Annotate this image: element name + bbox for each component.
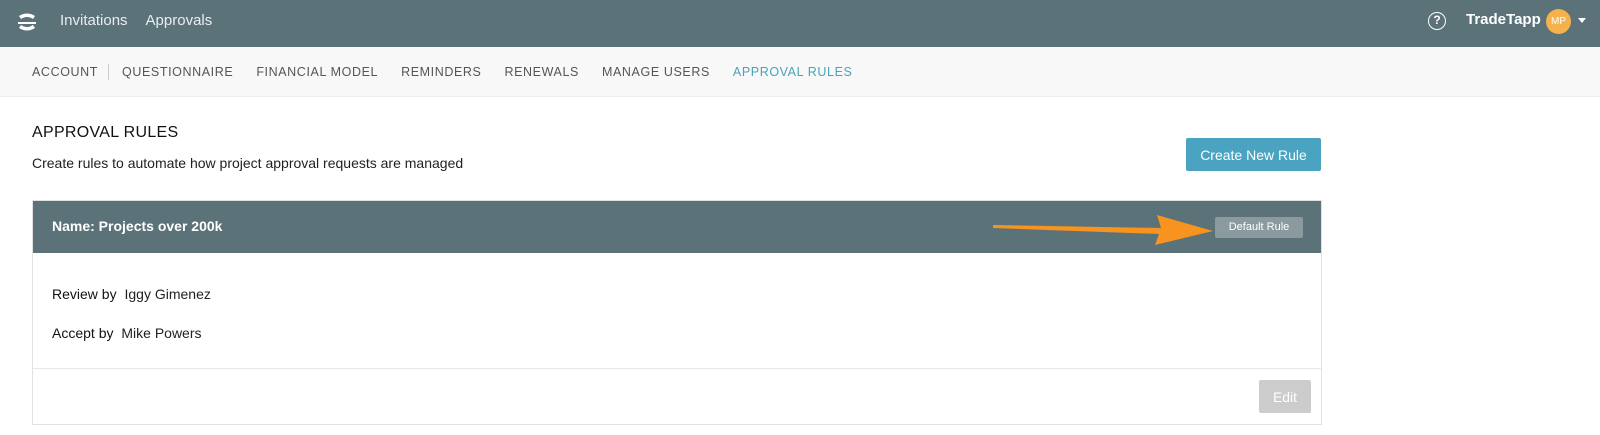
rule-card: Name: Projects over 200k Default Rule Re…	[32, 200, 1322, 425]
page-subtitle: Create rules to automate how project app…	[32, 155, 464, 171]
review-by-value: Iggy Gimenez	[124, 286, 211, 302]
tab-approval-rules[interactable]: APPROVAL RULES	[733, 65, 853, 79]
accept-by-row: Accept by Mike Powers	[52, 325, 202, 341]
tab-reminders[interactable]: REMINDERS	[401, 65, 481, 79]
default-rule-badge: Default Rule	[1215, 217, 1303, 238]
tab-renewals[interactable]: RENEWALS	[504, 65, 579, 79]
help-icon[interactable]: ?	[1428, 12, 1446, 30]
accept-by-value: Mike Powers	[121, 325, 202, 341]
chevron-down-icon[interactable]	[1578, 18, 1586, 23]
rule-name: Name: Projects over 200k	[52, 218, 223, 234]
nav-approvals[interactable]: Approvals	[146, 12, 213, 29]
annotation-arrow-icon	[993, 215, 1213, 245]
review-by-label: Review by	[52, 286, 117, 302]
rule-card-header: Name: Projects over 200k Default Rule	[33, 201, 1321, 253]
tab-questionnaire[interactable]: QUESTIONNAIRE	[122, 65, 233, 79]
accept-by-label: Accept by	[52, 325, 114, 341]
top-bar: Invitations Approvals ? TradeTapp MP	[0, 0, 1600, 47]
tab-divider	[108, 64, 110, 80]
tab-manage-users[interactable]: MANAGE USERS	[602, 65, 710, 79]
settings-subnav: ACCOUNT QUESTIONNAIRE FINANCIAL MODEL RE…	[0, 47, 1600, 97]
card-divider	[33, 368, 1321, 369]
create-new-rule-button[interactable]: Create New Rule	[1186, 138, 1321, 171]
app-logo-icon[interactable]	[16, 12, 38, 32]
top-nav: Invitations Approvals	[60, 0, 212, 40]
edit-rule-button[interactable]: Edit	[1259, 380, 1311, 413]
avatar[interactable]: MP	[1546, 9, 1571, 34]
company-name[interactable]: TradeTapp	[1466, 11, 1541, 28]
tab-financial-model[interactable]: FINANCIAL MODEL	[256, 65, 378, 79]
review-by-row: Review by Iggy Gimenez	[52, 286, 211, 302]
nav-invitations[interactable]: Invitations	[60, 12, 128, 29]
page-title: APPROVAL RULES	[32, 124, 179, 141]
tab-account[interactable]: ACCOUNT	[32, 65, 98, 79]
